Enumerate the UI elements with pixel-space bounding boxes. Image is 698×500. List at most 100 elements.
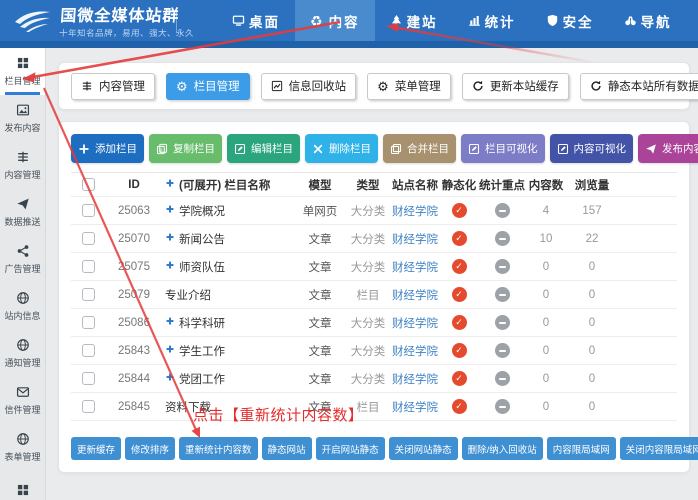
row-checkbox[interactable] [82, 344, 95, 357]
row-site-link[interactable]: 财经学院 [391, 343, 439, 359]
row-site-link[interactable]: 财经学院 [391, 371, 439, 387]
tab-refresh-cache[interactable]: 更新本站缓存 [462, 73, 569, 100]
expand-toggle[interactable] [165, 232, 175, 245]
editsq-icon [468, 143, 480, 155]
add-column-button[interactable]: 添加栏目 [71, 134, 144, 163]
focus-status-icon[interactable] [495, 371, 510, 386]
enable-static-button[interactable]: 开启网站静态 [316, 437, 385, 460]
expand-toggle[interactable] [165, 372, 175, 385]
focus-status-icon[interactable] [495, 231, 510, 246]
focus-status-icon[interactable] [495, 287, 510, 302]
row-site-link[interactable]: 财经学院 [391, 287, 439, 303]
publish-content-button[interactable]: 发布内容 [638, 134, 698, 163]
refresh-icon [472, 80, 484, 92]
row-checkbox[interactable] [82, 316, 95, 329]
recount-contents-button[interactable]: 重新统计内容数 [179, 437, 258, 460]
list-icon [81, 80, 93, 92]
nav-item-desktop[interactable]: 桌面 [217, 0, 295, 41]
sidebar-item-mail[interactable]: 信件管理 [0, 377, 45, 424]
row-site-link[interactable]: 财经学院 [391, 259, 439, 275]
merge-column-button[interactable]: 合并栏目 [383, 134, 456, 163]
static-status-icon[interactable]: ✓ [452, 203, 467, 218]
nav-item-security[interactable]: 安全 [531, 0, 609, 41]
toolbar-button-label: 删除栏目 [329, 141, 371, 156]
row-checkbox[interactable] [82, 204, 95, 217]
copy-column-button[interactable]: 复制栏目 [149, 134, 222, 163]
disable-static-button[interactable]: 关闭网站静态 [389, 437, 458, 460]
column-visual-button[interactable]: 栏目可视化 [461, 134, 545, 163]
expand-toggle[interactable] [165, 204, 175, 217]
edit-column-button[interactable]: 编辑栏目 [227, 134, 300, 163]
toolbar-button-label: 栏目可视化 [485, 141, 538, 156]
row-checkbox[interactable] [82, 400, 95, 413]
nav-item-build[interactable]: 建站 [375, 0, 453, 41]
sidebar-item-content[interactable]: 内容管理 [0, 142, 45, 189]
sidebar-item-notify[interactable]: 通知管理 [0, 330, 45, 377]
row-site-link[interactable]: 财经学院 [391, 203, 439, 219]
static-status-icon[interactable]: ✓ [452, 343, 467, 358]
row-type: 大分类 [345, 315, 391, 331]
sidebar-item-push[interactable]: 数据推送 [0, 189, 45, 236]
desktop-icon [232, 14, 245, 27]
static-status-icon[interactable]: ✓ [452, 315, 467, 330]
static-site-button[interactable]: 静态网站 [262, 437, 312, 460]
nav-item-navigate[interactable]: 导航 [609, 0, 687, 41]
mail-icon [16, 385, 30, 399]
linechart-icon [271, 80, 283, 92]
focus-status-icon[interactable] [495, 315, 510, 330]
row-checkbox[interactable] [82, 372, 95, 385]
tab-column-manage[interactable]: ⚙栏目管理 [166, 73, 250, 100]
sidebar-item-ads[interactable]: 广告管理 [0, 236, 45, 283]
row-site-link[interactable]: 财经学院 [391, 315, 439, 331]
delete-column-button[interactable]: 删除栏目 [305, 134, 378, 163]
brand-title: 国微全媒体站群 [60, 2, 197, 26]
row-id: 25844 [105, 373, 163, 385]
row-checkbox[interactable] [82, 232, 95, 245]
row-content-count: 0 [525, 289, 567, 301]
expand-toggle[interactable] [165, 260, 175, 273]
expand-toggle[interactable] [165, 316, 175, 329]
tab-content-manage[interactable]: 内容管理 [71, 73, 155, 100]
row-content-count: 0 [525, 317, 567, 329]
tab-menu-manage[interactable]: ⚙菜单管理 [367, 73, 451, 100]
row-model: 文章 [295, 343, 345, 359]
update-cache-button[interactable]: 更新缓存 [71, 437, 121, 460]
annotation-text: 点击【重新统计内容数】 [193, 404, 364, 425]
delete-recycle-button[interactable]: 删除/纳入回收站 [462, 437, 543, 460]
focus-status-icon[interactable] [495, 203, 510, 218]
row-checkbox[interactable] [82, 260, 95, 273]
nav-item-stats[interactable]: 统计 [453, 0, 531, 41]
plussm-icon [165, 204, 175, 214]
expand-toggle[interactable] [165, 344, 175, 357]
tab-static-all[interactable]: 静态本站所有数据 [580, 73, 698, 100]
select-all-checkbox[interactable] [82, 178, 95, 191]
table-row: 25844党团工作文章大分类财经学院✓00 [71, 365, 677, 393]
sidebar-item-more[interactable] [0, 471, 45, 499]
sidebar-item-columns[interactable]: 栏目管理 [0, 48, 45, 95]
nav-item-content[interactable]: ♻内容 [295, 0, 375, 41]
change-order-button[interactable]: 修改排序 [125, 437, 175, 460]
table-row: 25063学院概况单网页大分类财经学院✓4157 [71, 197, 677, 225]
focus-status-icon[interactable] [495, 399, 510, 414]
static-status-icon[interactable]: ✓ [452, 287, 467, 302]
nav-item-label: 统计 [485, 11, 516, 31]
row-name: 师资队伍 [163, 259, 295, 275]
tab-recycle-bin[interactable]: 信息回收站 [261, 73, 357, 100]
static-status-icon[interactable]: ✓ [452, 231, 467, 246]
sidebar-item-forms[interactable]: 表单管理 [0, 424, 45, 471]
lan-limit-button[interactable]: 内容限局域网 [547, 437, 616, 460]
nav-item-label: 导航 [641, 11, 672, 31]
disable-lan-limit-button[interactable]: 关闭内容限局域网 [620, 437, 698, 460]
focus-status-icon[interactable] [495, 259, 510, 274]
row-site-link[interactable]: 财经学院 [391, 399, 439, 415]
row-site-link[interactable]: 财经学院 [391, 231, 439, 247]
static-status-icon[interactable]: ✓ [452, 371, 467, 386]
sidebar-item-site-info[interactable]: 站内信息 [0, 283, 45, 330]
focus-status-icon[interactable] [495, 343, 510, 358]
row-content-count: 0 [525, 345, 567, 357]
row-checkbox[interactable] [82, 288, 95, 301]
static-status-icon[interactable]: ✓ [452, 399, 467, 414]
content-visual-button[interactable]: 内容可视化 [550, 134, 634, 163]
sidebar-item-publish[interactable]: 发布内容 [0, 95, 45, 142]
static-status-icon[interactable]: ✓ [452, 259, 467, 274]
